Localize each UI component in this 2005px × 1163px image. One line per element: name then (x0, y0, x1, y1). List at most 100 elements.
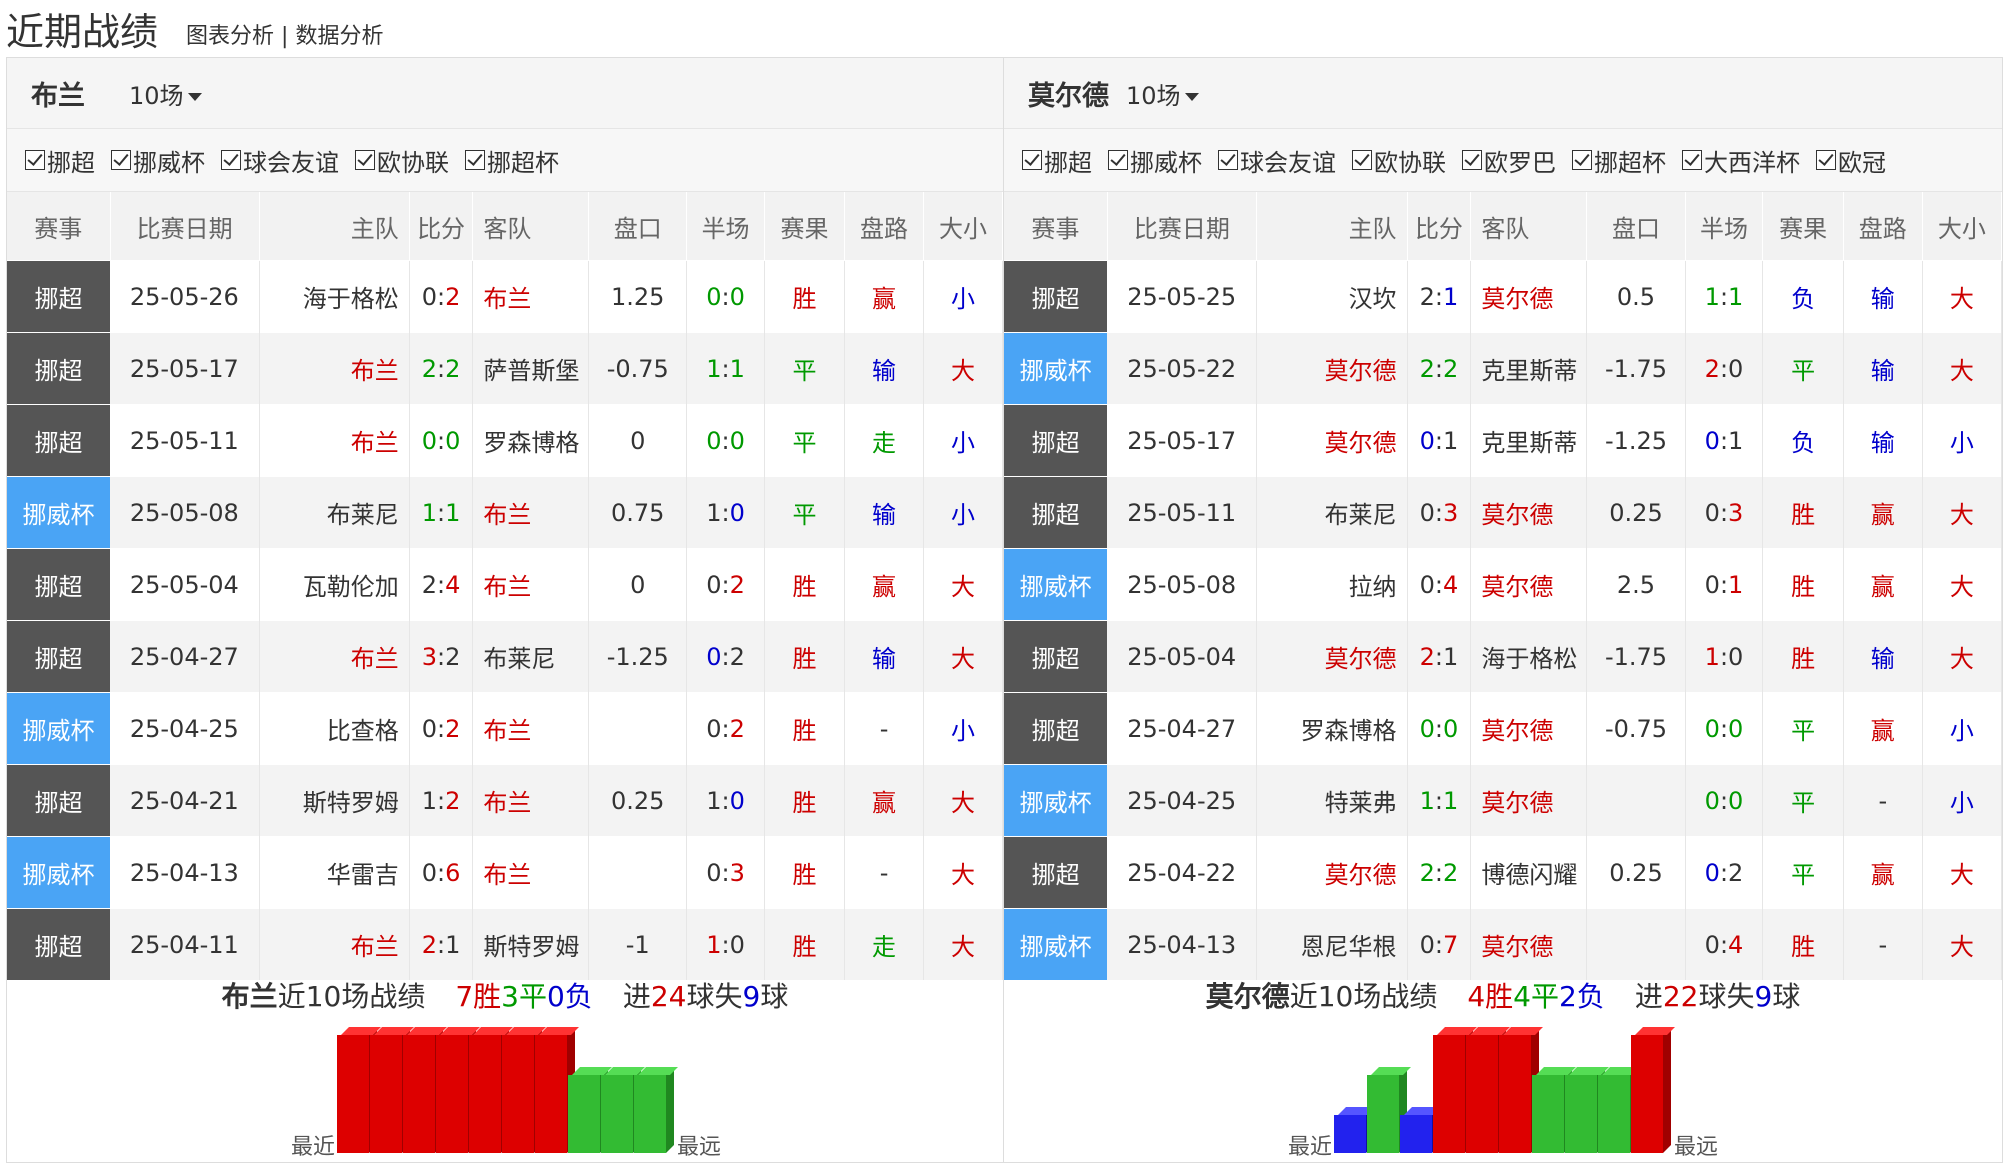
home-team[interactable]: 莫尔德 (1256, 404, 1408, 477)
home-team[interactable]: 布兰 (259, 332, 410, 405)
match-count-dropdown[interactable]: 10场 (129, 76, 202, 111)
table-row[interactable]: 挪威杯 25-05-08 布莱尼 1:1 布兰 0.75 1:0 平输小 (7, 476, 1003, 549)
table-row[interactable]: 挪威杯 25-04-25 比查格 0:2 布兰 0:2 胜 - 小 (7, 692, 1003, 765)
score[interactable]: 0:6 (409, 836, 474, 909)
home-team[interactable]: 斯特罗姆 (259, 764, 410, 837)
score[interactable]: 0:0 (1407, 692, 1472, 765)
checkbox-checked-icon[interactable] (1682, 150, 1702, 170)
away-team[interactable]: 布兰 (472, 260, 590, 333)
competition-badge[interactable]: 挪超 (1004, 692, 1108, 765)
home-team[interactable]: 比查格 (259, 692, 410, 765)
competition-badge[interactable]: 挪超 (7, 404, 111, 477)
chart-analysis-link[interactable]: 图表分析 (186, 24, 274, 49)
competition-badge[interactable]: 挪威杯 (7, 476, 111, 549)
table-row[interactable]: 挪超 25-05-26 海于格松 0:2 布兰 1.25 0:0 胜赢小 (7, 260, 1003, 333)
filter-checkbox-4[interactable]: 欧协联 (355, 143, 449, 178)
score[interactable]: 2:2 (409, 332, 474, 405)
home-team[interactable]: 布莱尼 (259, 476, 410, 549)
score[interactable]: 1:1 (409, 476, 474, 549)
away-team[interactable]: 罗森博格 (472, 404, 590, 477)
checkbox-checked-icon[interactable] (1572, 150, 1592, 170)
table-row[interactable]: 挪超 25-05-25 汉坎 2:1 莫尔德 0.5 1:1 负输大 (1004, 260, 2003, 333)
competition-badge[interactable]: 挪威杯 (7, 692, 111, 765)
away-team[interactable]: 布莱尼 (472, 620, 590, 693)
checkbox-checked-icon[interactable] (1218, 150, 1238, 170)
away-team[interactable]: 海于格松 (1470, 620, 1588, 693)
table-row[interactable]: 挪超 25-05-11 布莱尼 0:3 莫尔德 0.25 0:3 胜赢大 (1004, 476, 2003, 549)
home-team[interactable]: 莫尔德 (1256, 620, 1408, 693)
filter-checkbox-2[interactable]: 挪威杯 (1108, 143, 1202, 178)
table-row[interactable]: 挪超 25-04-27 布兰 3:2 布莱尼 -1.25 0:2 胜输大 (7, 620, 1003, 693)
away-team[interactable]: 莫尔德 (1470, 692, 1588, 765)
checkbox-checked-icon[interactable] (465, 150, 485, 170)
data-analysis-link[interactable]: 数据分析 (295, 24, 383, 49)
filter-checkbox-1[interactable]: 挪超 (25, 143, 95, 178)
table-row[interactable]: 挪超 25-04-27 罗森博格 0:0 莫尔德 -0.75 0:0 平赢小 (1004, 692, 2003, 765)
home-team[interactable]: 海于格松 (259, 260, 410, 333)
filter-checkbox-7[interactable]: 大西洋杯 (1682, 143, 1800, 178)
competition-badge[interactable]: 挪超 (7, 620, 111, 693)
away-team[interactable]: 博德闪耀 (1470, 836, 1588, 909)
score[interactable]: 0:2 (409, 692, 474, 765)
checkbox-checked-icon[interactable] (25, 150, 45, 170)
away-team[interactable]: 萨普斯堡 (472, 332, 590, 405)
score[interactable]: 1:2 (409, 764, 474, 837)
checkbox-checked-icon[interactable] (111, 150, 131, 170)
home-team[interactable]: 布莱尼 (1256, 476, 1408, 549)
away-team[interactable]: 布兰 (472, 764, 590, 837)
home-team[interactable]: 特莱弗 (1256, 764, 1408, 837)
filter-checkbox-5[interactable]: 欧罗巴 (1462, 143, 1556, 178)
away-team[interactable]: 布兰 (472, 476, 590, 549)
competition-badge[interactable]: 挪超 (7, 260, 111, 333)
home-team[interactable]: 拉纳 (1256, 548, 1408, 621)
filter-checkbox-1[interactable]: 挪超 (1022, 143, 1092, 178)
away-team[interactable]: 布兰 (472, 692, 590, 765)
checkbox-checked-icon[interactable] (1462, 150, 1482, 170)
table-row[interactable]: 挪超 25-05-17 布兰 2:2 萨普斯堡 -0.75 1:1 平输大 (7, 332, 1003, 405)
home-team[interactable]: 华雷吉 (259, 836, 410, 909)
away-team[interactable]: 布兰 (472, 836, 590, 909)
checkbox-checked-icon[interactable] (1108, 150, 1128, 170)
score[interactable]: 3:2 (409, 620, 474, 693)
score[interactable]: 2:4 (409, 548, 474, 621)
home-team[interactable]: 汉坎 (1256, 260, 1408, 333)
away-team[interactable]: 莫尔德 (1470, 476, 1588, 549)
home-team[interactable]: 布兰 (259, 620, 410, 693)
home-team[interactable]: 莫尔德 (1256, 836, 1408, 909)
competition-badge[interactable]: 挪超 (1004, 836, 1108, 909)
table-row[interactable]: 挪超 25-04-22 莫尔德 2:2 博德闪耀 0.25 0:2 平赢大 (1004, 836, 2003, 909)
filter-checkbox-2[interactable]: 挪威杯 (111, 143, 205, 178)
score[interactable]: 2:1 (1407, 260, 1472, 333)
table-row[interactable]: 挪威杯 25-04-25 特莱弗 1:1 莫尔德 0:0 平 - 小 (1004, 764, 2003, 837)
checkbox-checked-icon[interactable] (221, 150, 241, 170)
competition-badge[interactable]: 挪超 (7, 548, 111, 621)
competition-badge[interactable]: 挪超 (1004, 404, 1108, 477)
filter-checkbox-8[interactable]: 欧冠 (1816, 143, 1886, 178)
filter-checkbox-3[interactable]: 球会友谊 (1218, 143, 1336, 178)
away-team[interactable]: 莫尔德 (1470, 764, 1588, 837)
score[interactable]: 0:2 (409, 260, 474, 333)
table-row[interactable]: 挪超 25-05-17 莫尔德 0:1 克里斯蒂 -1.25 0:1 负输小 (1004, 404, 2003, 477)
away-team[interactable]: 莫尔德 (1470, 260, 1588, 333)
competition-badge[interactable]: 挪威杯 (7, 836, 111, 909)
score[interactable]: 2:2 (1407, 836, 1472, 909)
score[interactable]: 0:1 (1407, 404, 1472, 477)
checkbox-checked-icon[interactable] (1816, 150, 1836, 170)
checkbox-checked-icon[interactable] (355, 150, 375, 170)
table-row[interactable]: 挪威杯 25-05-08 拉纳 0:4 莫尔德 2.5 0:1 胜赢大 (1004, 548, 2003, 621)
filter-checkbox-4[interactable]: 欧协联 (1352, 143, 1446, 178)
table-row[interactable]: 挪超 25-05-04 莫尔德 2:1 海于格松 -1.75 1:0 胜输大 (1004, 620, 2003, 693)
score[interactable]: 0:0 (409, 404, 474, 477)
away-team[interactable]: 莫尔德 (1470, 548, 1588, 621)
competition-badge[interactable]: 挪威杯 (1004, 332, 1108, 405)
filter-checkbox-5[interactable]: 挪超杯 (465, 143, 559, 178)
home-team[interactable]: 罗森博格 (1256, 692, 1408, 765)
away-team[interactable]: 克里斯蒂 (1470, 332, 1588, 405)
away-team[interactable]: 布兰 (472, 548, 590, 621)
home-team[interactable]: 布兰 (259, 404, 410, 477)
home-team[interactable]: 瓦勒伦加 (259, 548, 410, 621)
away-team[interactable]: 克里斯蒂 (1470, 404, 1588, 477)
table-row[interactable]: 挪超 25-04-21 斯特罗姆 1:2 布兰 0.25 1:0 胜赢大 (7, 764, 1003, 837)
filter-checkbox-6[interactable]: 挪超杯 (1572, 143, 1666, 178)
competition-badge[interactable]: 挪威杯 (1004, 548, 1108, 621)
